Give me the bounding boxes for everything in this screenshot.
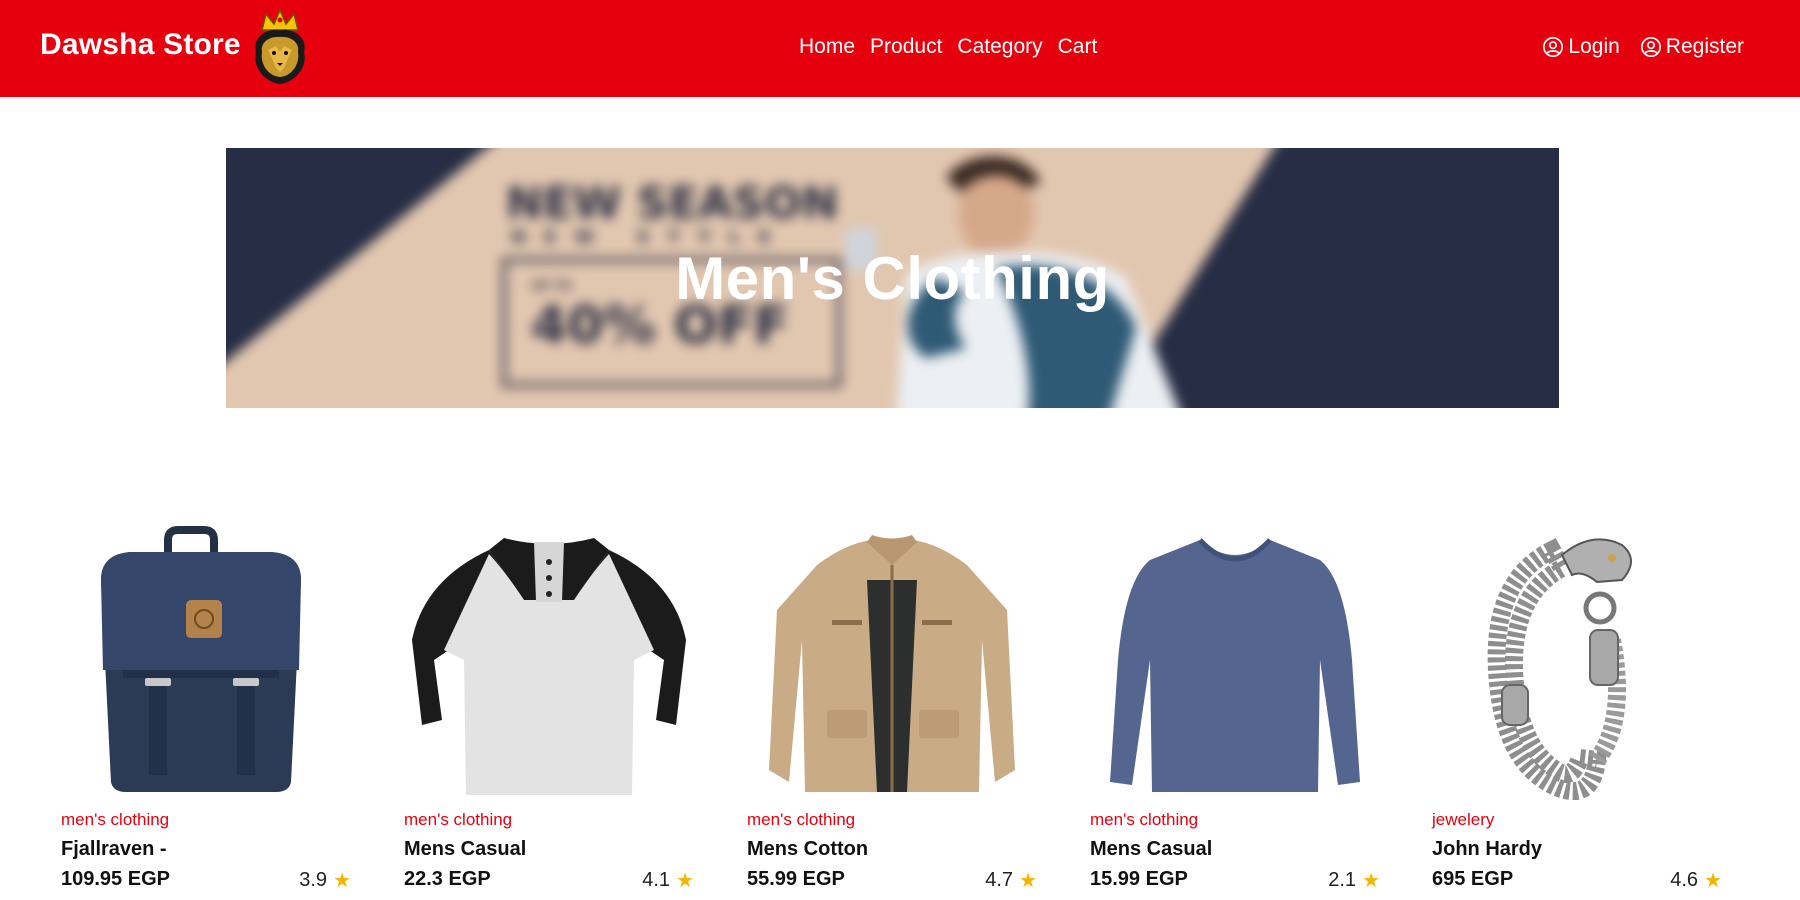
product-card[interactable]: jewelery John Hardy 695 EGP 4.6 ★	[1432, 520, 1722, 900]
product-category: jewelery	[1432, 810, 1495, 829]
product-rating: 4.6 ★	[1670, 868, 1722, 893]
star-icon: ★	[1019, 870, 1037, 892]
product-card[interactable]: men's clothing Fjallraven - 109.95 EGP 3…	[61, 520, 351, 900]
main-nav: Home Product Category Cart	[799, 35, 1097, 59]
product-category: men's clothing	[1090, 810, 1199, 829]
product-category: men's clothing	[61, 810, 170, 829]
brand-link[interactable]: Dawsha Store	[40, 28, 241, 62]
product-price: 695 EGP	[1432, 868, 1514, 890]
product-title: Mens Casual	[1090, 838, 1213, 860]
hero-banner: NEW SEASON NEW STYLE UP TO 40% OFF Men's…	[226, 148, 1559, 408]
product-rating: 4.1 ★	[642, 868, 694, 893]
rating-value: 4.6	[1670, 869, 1699, 891]
auth-links: Login Register	[1542, 35, 1744, 59]
nav-home-link[interactable]: Home	[799, 35, 855, 59]
hero-title: Men's Clothing	[675, 245, 1110, 312]
product-grid: men's clothing Fjallraven - 109.95 EGP 3…	[0, 520, 1800, 900]
star-icon: ★	[1704, 870, 1722, 892]
product-rating: 4.7 ★	[985, 868, 1037, 893]
lion-logo-icon[interactable]	[248, 8, 312, 86]
product-title: John Hardy	[1432, 838, 1543, 860]
jacket-image	[769, 535, 1015, 792]
backpack-image	[101, 526, 301, 792]
product-price: 55.99 EGP	[747, 868, 845, 890]
bracelet-image	[1487, 538, 1632, 800]
product-card[interactable]: men's clothing Mens Casual 15.99 EGP 2.1…	[1090, 520, 1380, 900]
product-price: 15.99 EGP	[1090, 868, 1188, 890]
product-title: Fjallraven -	[61, 838, 167, 860]
product-price: 22.3 EGP	[404, 868, 491, 890]
product-title: Mens Casual	[404, 838, 527, 860]
rating-value: 4.1	[642, 869, 671, 891]
star-icon: ★	[1362, 870, 1380, 892]
product-price: 109.95 EGP	[61, 868, 170, 890]
product-title: Mens Cotton	[747, 838, 869, 860]
nav-cart-link[interactable]: Cart	[1058, 35, 1098, 59]
product-rating: 3.9 ★	[299, 868, 351, 893]
longsleeve-shirt-image	[1110, 538, 1360, 792]
register-link[interactable]: Register	[1640, 35, 1744, 59]
register-label: Register	[1665, 35, 1744, 58]
product-card[interactable]: men's clothing Mens Casual 22.3 EGP 4.1 …	[404, 520, 694, 900]
hero-bg-headline: NEW SEASON	[506, 178, 838, 229]
product-category: men's clothing	[747, 810, 856, 829]
nav-product-link[interactable]: Product	[870, 35, 942, 59]
rating-value: 3.9	[299, 869, 328, 891]
user-circle-icon	[1543, 37, 1564, 57]
product-rating: 2.1 ★	[1328, 868, 1380, 893]
star-icon: ★	[333, 870, 351, 892]
rating-value: 4.7	[985, 869, 1014, 891]
login-link[interactable]: Login	[1542, 35, 1620, 59]
star-icon: ★	[676, 870, 694, 892]
nav-category-link[interactable]: Category	[957, 35, 1042, 59]
user-circle-icon	[1640, 37, 1661, 57]
product-card[interactable]: men's clothing Mens Cotton 55.99 EGP 4.7…	[747, 520, 1037, 900]
raglan-shirt-image	[412, 538, 686, 795]
login-label: Login	[1568, 35, 1620, 58]
rating-value: 2.1	[1328, 869, 1357, 891]
product-category: men's clothing	[404, 810, 513, 829]
navbar: Dawsha Store Home Product Category Cart …	[0, 0, 1800, 97]
